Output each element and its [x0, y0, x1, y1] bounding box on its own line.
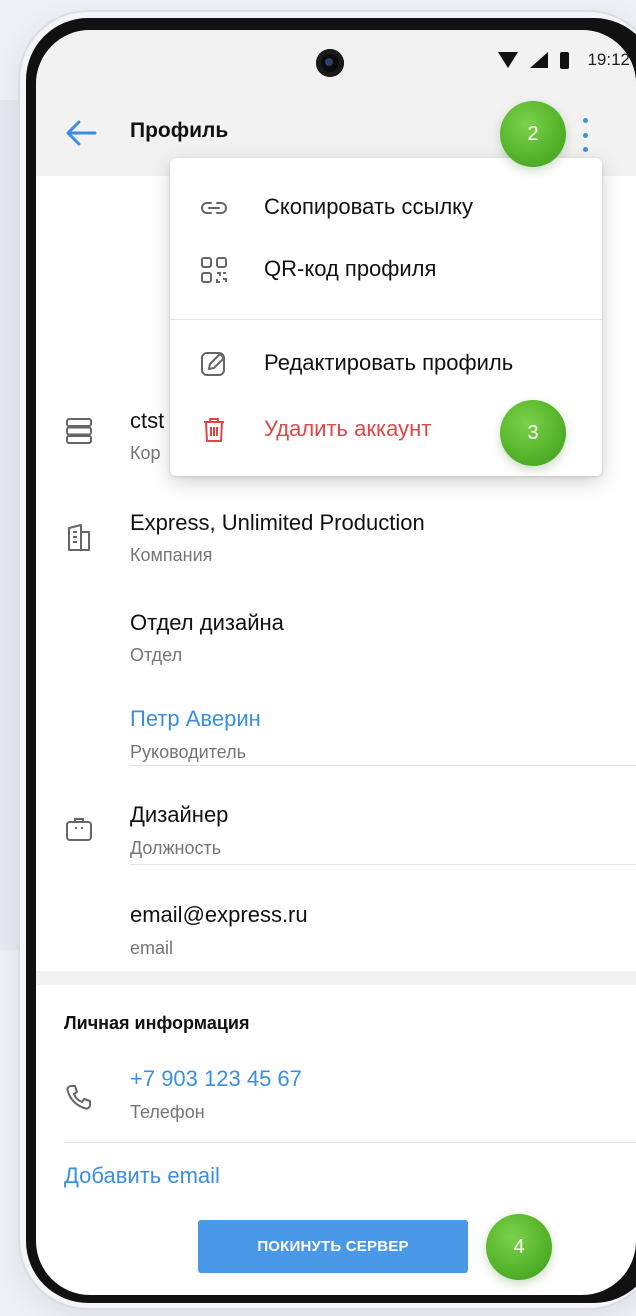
menu-label: Редактировать профиль	[264, 350, 514, 375]
leave-server-button[interactable]: ПОКИНУТЬ СЕРВЕР	[198, 1220, 468, 1273]
server-icon	[66, 418, 92, 444]
menu-item-qr-code[interactable]: QR-код профиля	[170, 238, 602, 300]
briefcase-icon	[66, 818, 92, 841]
menu-item-copy-link[interactable]: Скопировать ссылку	[170, 176, 602, 238]
divider	[130, 864, 636, 865]
status-time: 19:12	[587, 50, 630, 69]
manager-link[interactable]: Петр Аверин	[130, 706, 261, 732]
menu-divider	[170, 319, 602, 320]
status-bar: 19:12	[36, 30, 636, 92]
company-title: Express, Unlimited Production	[130, 510, 425, 535]
add-email-link[interactable]: Добавить email	[64, 1163, 220, 1189]
corporate-subtitle: Кор	[130, 443, 161, 463]
menu-label-danger: Удалить аккаунт	[264, 416, 432, 441]
department-subtitle: Отдел	[130, 645, 183, 665]
personal-info-heading: Личная информация	[64, 1013, 250, 1033]
more-options-icon[interactable]	[578, 118, 592, 152]
corporate-title: ctst	[130, 408, 165, 433]
position-subtitle: Должность	[130, 838, 222, 858]
building-icon	[68, 524, 90, 551]
battery-icon	[560, 51, 570, 69]
phone-screen: 19:12 Профиль ctst Кор Express, Unlimite…	[36, 30, 636, 1295]
front-camera	[316, 49, 344, 77]
menu-label: Скопировать ссылку	[264, 194, 474, 219]
email-subtitle: email	[130, 938, 174, 958]
phone-icon	[66, 1085, 91, 1110]
email-title: email@express.ru	[130, 902, 308, 927]
company-subtitle: Компания	[130, 545, 213, 565]
menu-label: QR-код профиля	[264, 256, 437, 281]
phone-link[interactable]: +7 903 123 45 67	[130, 1066, 302, 1092]
signal-icon	[530, 52, 549, 68]
wifi-icon	[498, 52, 519, 68]
phone-subtitle: Телефон	[130, 1102, 205, 1122]
divider	[130, 765, 636, 766]
divider	[64, 1142, 636, 1143]
link-icon	[201, 202, 227, 214]
step-badge-4: 4	[486, 1214, 552, 1280]
back-arrow-icon[interactable]	[64, 118, 98, 148]
trash-icon	[204, 418, 224, 442]
menu-item-edit-profile[interactable]: Редактировать профиль	[170, 332, 602, 394]
qr-code-icon	[201, 257, 227, 283]
step-badge-2: 2	[500, 101, 566, 167]
manager-subtitle: Руководитель	[130, 742, 246, 762]
position-title: Дизайнер	[130, 802, 229, 827]
department-title: Отдел дизайна	[130, 610, 284, 635]
edit-icon	[201, 352, 225, 376]
step-badge-3: 3	[500, 400, 566, 466]
status-icons: 19:12	[498, 50, 630, 70]
page-title: Профиль	[130, 119, 229, 142]
section-separator	[36, 971, 636, 985]
